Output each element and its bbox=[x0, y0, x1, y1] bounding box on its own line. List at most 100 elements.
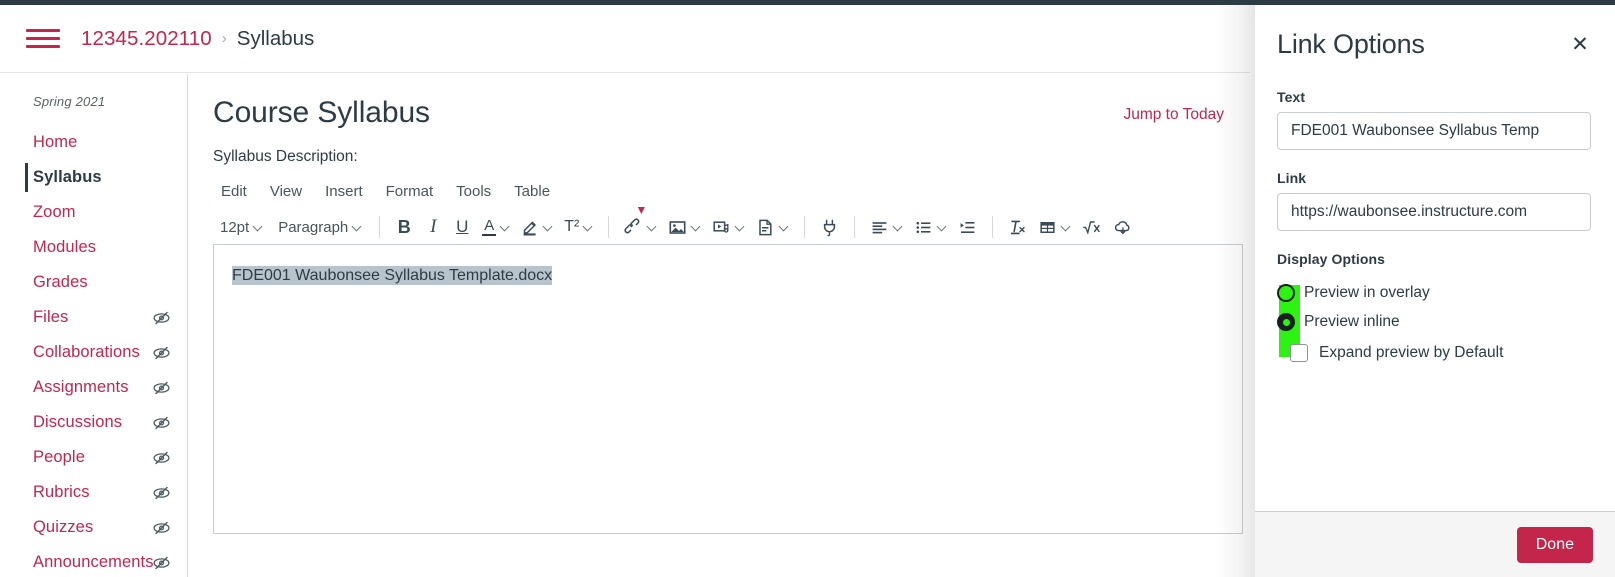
bullet-list-icon bbox=[914, 218, 933, 237]
eye-slash-icon bbox=[152, 378, 171, 397]
highlight-button[interactable] bbox=[516, 212, 558, 242]
apps-button[interactable] bbox=[815, 212, 844, 242]
breadcrumb-course-link[interactable]: 12345.202110 bbox=[81, 27, 212, 51]
sidebar-item-people[interactable]: People bbox=[0, 440, 187, 475]
clear-formatting-icon bbox=[1008, 218, 1027, 237]
block-format-select[interactable]: Paragraph bbox=[271, 212, 369, 242]
image-button[interactable] bbox=[663, 212, 706, 242]
table-button[interactable] bbox=[1033, 212, 1076, 242]
link-active-indicator-icon bbox=[637, 207, 645, 214]
bold-icon: B bbox=[397, 216, 411, 237]
superscript-icon: T² bbox=[564, 218, 580, 235]
tray-footer: Done bbox=[1255, 511, 1615, 577]
italic-icon: I bbox=[430, 216, 437, 237]
highlighter-icon bbox=[521, 218, 539, 236]
document-button[interactable] bbox=[751, 212, 794, 242]
sidebar-item-label: Collaborations bbox=[33, 343, 140, 361]
link-field-label: Link bbox=[1277, 170, 1307, 186]
checkbox-unchecked-icon bbox=[1290, 344, 1308, 362]
link-text-input[interactable] bbox=[1277, 112, 1591, 150]
sidebar-item-zoom[interactable]: Zoom bbox=[0, 195, 187, 230]
font-size-select[interactable]: 12pt bbox=[213, 212, 270, 242]
superscript-button[interactable]: T² bbox=[559, 212, 598, 242]
sidebar-item-label: Home bbox=[33, 133, 78, 151]
breadcrumb-separator-icon: › bbox=[221, 30, 227, 47]
term-label: Spring 2021 bbox=[33, 94, 106, 109]
chevron-down-icon bbox=[736, 223, 745, 232]
sidebar-item-quizzes[interactable]: Quizzes bbox=[0, 510, 187, 545]
sidebar-item-label: People bbox=[33, 448, 85, 466]
sidebar-item-announcements[interactable]: Announcements bbox=[0, 545, 187, 577]
link-button[interactable] bbox=[619, 207, 662, 242]
canvas: 12345.202110 › Syllabus Spring 2021 Home… bbox=[0, 0, 1615, 577]
sidebar-item-label: Syllabus bbox=[33, 168, 102, 186]
radio-preview-in-overlay[interactable]: Preview in overlay bbox=[1277, 280, 1591, 306]
hamburger-line bbox=[26, 29, 60, 32]
sidebar-item-label: Rubrics bbox=[33, 483, 90, 501]
menu-format[interactable]: Format bbox=[378, 181, 442, 202]
sidebar-item-discussions[interactable]: Discussions bbox=[0, 405, 187, 440]
equation-icon bbox=[1082, 218, 1102, 237]
checkbox-expand-preview[interactable]: Expand preview by Default bbox=[1290, 340, 1591, 366]
align-button[interactable] bbox=[865, 212, 908, 242]
done-button[interactable]: Done bbox=[1516, 526, 1593, 563]
menu-table[interactable]: Table bbox=[506, 181, 558, 202]
sidebar-item-modules[interactable]: Modules bbox=[0, 230, 187, 265]
display-options-group: Display Options Preview in overlay Previ… bbox=[1277, 251, 1591, 366]
main-content: Course Syllabus Jump to Today Syllabus D… bbox=[189, 74, 1250, 577]
eye-slash-icon bbox=[152, 308, 171, 327]
toolbar-divider bbox=[854, 216, 856, 238]
radio-preview-inline[interactable]: Preview inline bbox=[1277, 309, 1591, 335]
jump-to-today-link[interactable]: Jump to Today bbox=[1123, 106, 1224, 124]
equation-button[interactable] bbox=[1077, 212, 1107, 242]
list-button[interactable] bbox=[909, 212, 952, 242]
clear-formatting-button[interactable] bbox=[1003, 212, 1032, 242]
text-field-label: Text bbox=[1277, 89, 1306, 105]
tray-body: Text Link Display Options Preview in ove… bbox=[1255, 77, 1615, 511]
sidebar-item-grades[interactable]: Grades bbox=[0, 265, 187, 300]
link-url-input[interactable] bbox=[1277, 193, 1591, 231]
editor-content-area[interactable]: FDE001 Waubonsee Syllabus Template.docx bbox=[213, 244, 1243, 534]
sidebar-item-syllabus[interactable]: Syllabus bbox=[0, 160, 187, 195]
sidebar-item-home[interactable]: Home bbox=[0, 125, 187, 160]
hamburger-icon[interactable] bbox=[26, 26, 60, 52]
selected-link-text[interactable]: FDE001 Waubonsee Syllabus Template.docx bbox=[232, 266, 553, 285]
hamburger-line bbox=[26, 45, 60, 48]
menu-tools[interactable]: Tools bbox=[448, 181, 499, 202]
sidebar-item-collaborations[interactable]: Collaborations bbox=[0, 335, 187, 370]
toolbar-divider bbox=[608, 216, 610, 238]
text-color-button[interactable]: A bbox=[477, 212, 515, 242]
toolbar-divider bbox=[379, 216, 381, 238]
tray-title: Link Options bbox=[1277, 29, 1425, 59]
menu-edit[interactable]: Edit bbox=[213, 181, 255, 202]
cloud-button[interactable] bbox=[1108, 212, 1139, 242]
bold-button[interactable]: B bbox=[390, 212, 418, 242]
sidebar-item-rubrics[interactable]: Rubrics bbox=[0, 475, 187, 510]
rich-content-editor: Edit View Insert Format Tools Table 12pt… bbox=[213, 178, 1243, 534]
underline-button[interactable]: U bbox=[448, 212, 476, 242]
image-icon bbox=[668, 218, 687, 237]
sidebar-item-assignments[interactable]: Assignments bbox=[0, 370, 187, 405]
sidebar-item-label: Grades bbox=[33, 273, 88, 291]
page-header: Course Syllabus Jump to Today bbox=[189, 74, 1250, 136]
toolbar-divider bbox=[804, 216, 806, 238]
italic-button[interactable]: I bbox=[419, 212, 447, 242]
toolbar-divider bbox=[992, 216, 994, 238]
underline-icon: U bbox=[456, 217, 469, 236]
link-options-tray: Link Options ✕ Text Link Display Options… bbox=[1255, 5, 1615, 577]
menu-insert[interactable]: Insert bbox=[317, 181, 371, 202]
indent-button[interactable] bbox=[953, 212, 982, 242]
block-format-value: Paragraph bbox=[278, 218, 349, 236]
cloud-icon bbox=[1113, 218, 1134, 237]
sidebar-item-label: Modules bbox=[33, 238, 97, 256]
eye-slash-icon bbox=[152, 448, 171, 467]
menu-view[interactable]: View bbox=[262, 181, 310, 202]
editor-menubar: Edit View Insert Format Tools Table bbox=[213, 178, 1243, 204]
display-options-label: Display Options bbox=[1277, 251, 1386, 267]
indent-icon bbox=[958, 218, 977, 237]
editor-toolbar: 12pt Paragraph B I U A T² bbox=[213, 204, 1243, 244]
media-button[interactable] bbox=[707, 212, 750, 242]
sidebar-item-files[interactable]: Files bbox=[0, 300, 187, 335]
close-icon[interactable]: ✕ bbox=[1567, 31, 1593, 57]
sidebar-item-label: Discussions bbox=[33, 413, 123, 431]
